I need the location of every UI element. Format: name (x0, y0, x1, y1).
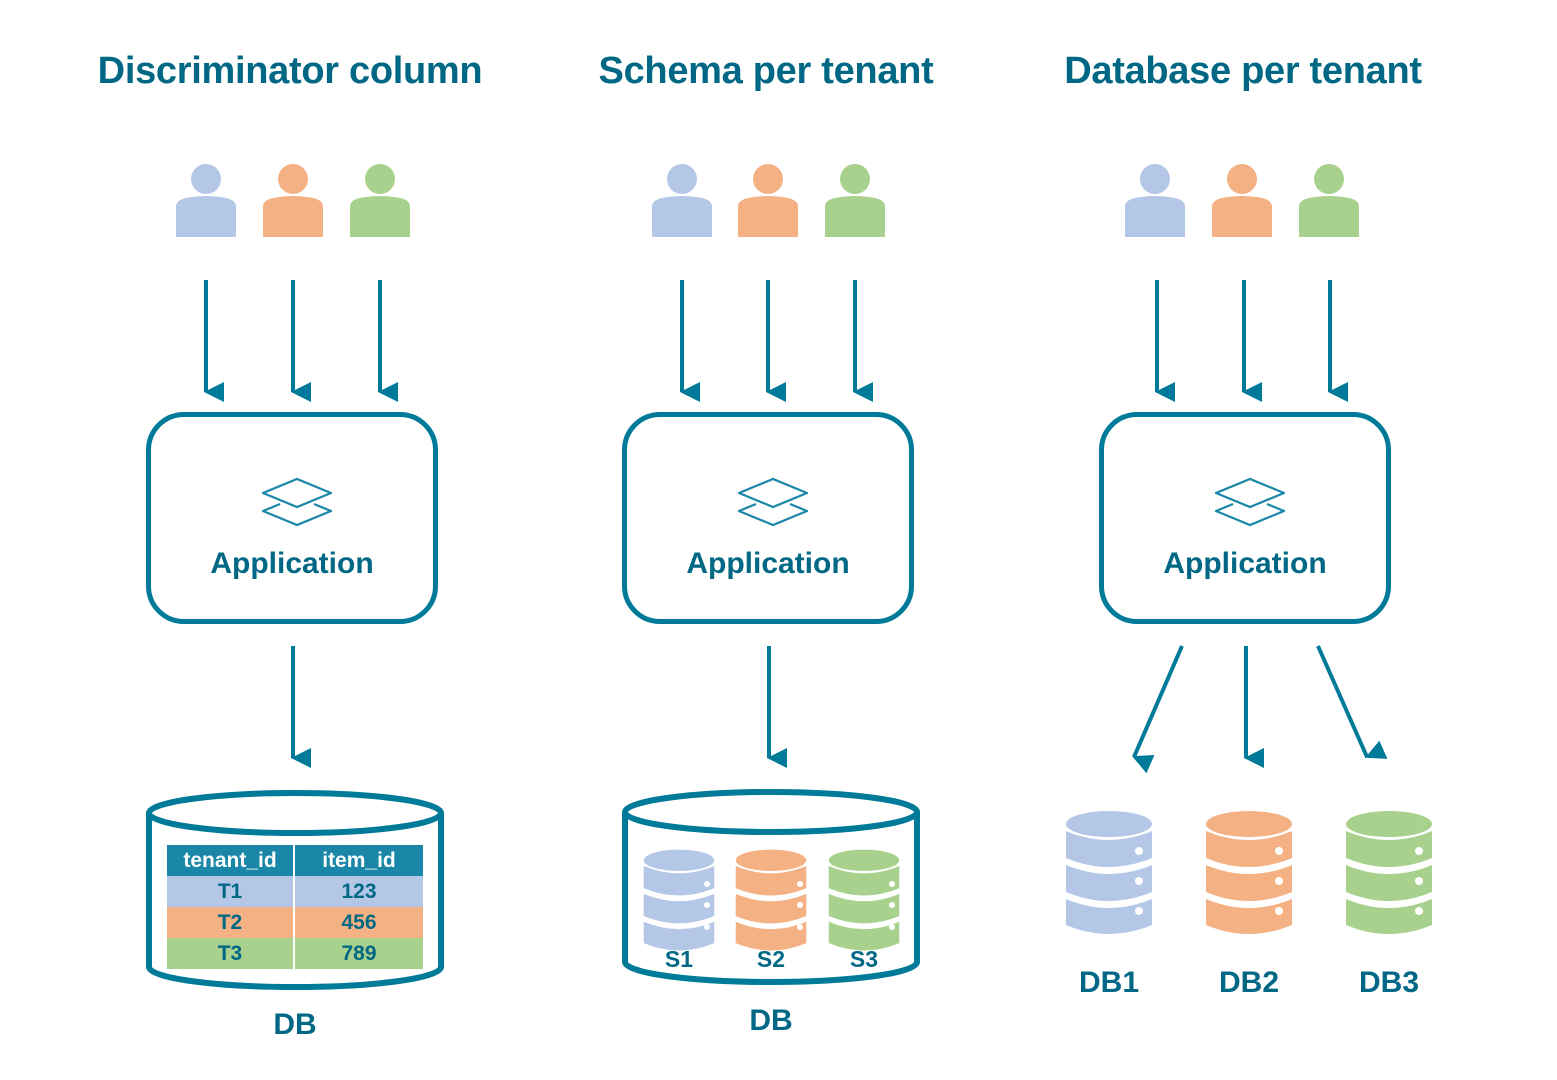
schema-label-s2: S2 (756, 946, 786, 972)
database-label-db2: DB2 (1218, 966, 1280, 999)
tenant-id-cell: T2 (167, 907, 295, 938)
schema-label-s3: S3 (849, 946, 879, 972)
user-icon-green-3 (1299, 164, 1359, 237)
layers-icon (262, 477, 332, 527)
item-id-cell: 123 (294, 876, 423, 907)
layers-icon (1215, 477, 1285, 527)
tenant-id-cell: T3 (167, 938, 295, 969)
database-icon-db1 (1066, 811, 1152, 934)
user-icon-green-2 (825, 164, 885, 237)
application-box-2: Application (622, 412, 914, 624)
item-id-cell: 789 (294, 938, 423, 969)
db-label-2: DB (749, 1004, 793, 1037)
column-header-item-id: item_id (294, 845, 423, 876)
user-icon-blue-3 (1125, 164, 1185, 237)
user-icon-blue-1 (176, 164, 236, 237)
application-box-1: Application (146, 412, 438, 624)
application-label: Application (210, 547, 374, 580)
table-row: T2 456 (167, 907, 423, 938)
user-icon-orange-1 (263, 164, 323, 237)
application-label: Application (686, 547, 850, 580)
tenant-items-table: tenant_id item_id T1 123 T2 456 T3 789 (167, 845, 423, 969)
arrow-diagonal-left-icon (1132, 645, 1184, 774)
database-label-db3: DB3 (1358, 966, 1420, 999)
table-row: T3 789 (167, 938, 423, 969)
tenant-id-cell: T1 (167, 876, 295, 907)
application-label: Application (1163, 547, 1327, 580)
user-icon-blue-2 (652, 164, 712, 237)
user-icon-green-1 (350, 164, 410, 237)
database-icon-db3 (1346, 811, 1432, 934)
db-label-1: DB (273, 1008, 317, 1041)
database-icon-db2 (1206, 811, 1292, 934)
item-id-cell: 456 (294, 907, 423, 938)
arrow-diagonal-right-icon (1316, 645, 1388, 759)
schema-label-s1: S1 (664, 946, 694, 972)
table-header-row: tenant_id item_id (167, 845, 423, 876)
user-icon-orange-3 (1212, 164, 1272, 237)
user-icon-orange-2 (738, 164, 798, 237)
column-header-tenant-id: tenant_id (167, 845, 295, 876)
database-label-db1: DB1 (1078, 966, 1140, 999)
table-row: T1 123 (167, 876, 423, 907)
application-box-3: Application (1099, 412, 1391, 624)
layers-icon (738, 477, 808, 527)
